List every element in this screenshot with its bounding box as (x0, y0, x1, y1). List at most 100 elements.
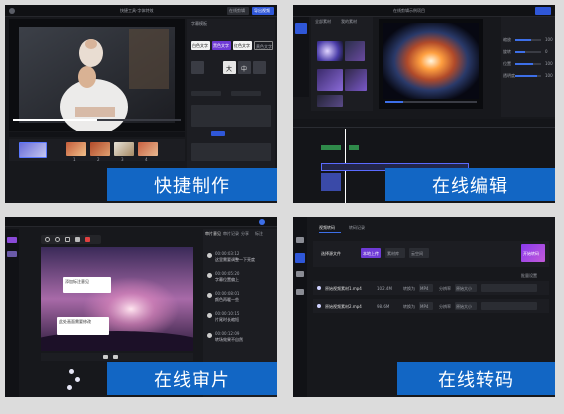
size-medium-button[interactable]: 中 (238, 61, 251, 74)
review-frame[interactable]: 添加标注意见 此处画面需要修改 (27, 247, 207, 359)
review-icon[interactable] (7, 237, 17, 243)
tab-transcode[interactable]: 视频转码 (319, 225, 335, 231)
next-icon[interactable] (113, 355, 118, 359)
output-field[interactable] (481, 302, 537, 310)
media-thumbnail[interactable] (317, 95, 343, 107)
video-icon[interactable] (295, 23, 307, 34)
library-button[interactable]: 素材库 (385, 248, 405, 258)
tab-underline (319, 232, 341, 233)
clip-thumbnail[interactable] (19, 142, 47, 158)
preview-progress[interactable] (385, 101, 477, 103)
annotation-toolbar (41, 235, 101, 244)
tab-comments[interactable]: 审片意见 (205, 231, 221, 237)
video-preview[interactable] (379, 19, 483, 109)
add-button[interactable] (253, 61, 266, 74)
online-edit-panel: 在线剪辑示例项目 全部素材 我的素材 缩放 100 旋转 0 位置 100 透明… (293, 5, 555, 203)
size-large-button[interactable]: 大 (223, 61, 236, 74)
opacity-slider[interactable] (515, 75, 541, 77)
settings-icon[interactable] (296, 289, 304, 295)
video-track-clip[interactable] (321, 183, 341, 191)
media-tab[interactable]: 全部素材 (315, 19, 331, 25)
position-slider[interactable] (515, 63, 541, 65)
avatar (207, 333, 212, 338)
style-black-button[interactable]: 黑色文字 (212, 41, 231, 50)
scale-slider[interactable] (515, 39, 541, 41)
upload-local-button[interactable]: 本地上传 (361, 248, 381, 258)
pen-icon[interactable] (75, 237, 80, 242)
video-preview[interactable] (9, 19, 185, 135)
tab-share[interactable]: 分享 (241, 231, 249, 237)
text-area[interactable] (191, 105, 271, 127)
media-thumbnail[interactable] (317, 69, 343, 91)
format-select[interactable]: MP4 (419, 284, 433, 292)
prop-label: 位置 (503, 61, 511, 66)
quality-select[interactable]: 原始大小 (455, 284, 477, 292)
folder-icon[interactable] (7, 251, 17, 257)
media-tab[interactable]: 我的素材 (341, 19, 357, 25)
clip-thumbnail[interactable] (66, 142, 86, 156)
clip-thumbnail[interactable] (114, 142, 134, 156)
file-row[interactable]: 原始视频素材2.mp4 98.6M 转换为 MP4 分辨率 原始大小 (313, 299, 549, 313)
format-select[interactable]: MP4 (419, 302, 433, 310)
folder-icon[interactable] (296, 271, 304, 277)
rotate-slider[interactable] (515, 51, 541, 53)
preview-frame (383, 23, 479, 99)
apply-button[interactable] (211, 131, 225, 136)
clip-thumbnail[interactable] (90, 142, 110, 156)
image-icon[interactable] (295, 43, 307, 51)
style-red-button[interactable]: 红色文字 (233, 41, 252, 50)
tab-history[interactable]: 转码记录 (349, 225, 365, 231)
file-size: 102.4M (377, 286, 392, 291)
rect-icon[interactable] (65, 237, 70, 242)
online-edit-button[interactable]: 在线剪辑 (227, 7, 249, 15)
media-thumbnail[interactable] (345, 69, 367, 91)
clip-index: 1 (73, 157, 76, 162)
comment-text: 片尾时长缩短 (215, 317, 239, 322)
annotation-popup[interactable]: 此处画面需要修改 (57, 317, 109, 335)
marker-dot[interactable] (69, 369, 74, 374)
preview-progress[interactable] (13, 119, 181, 121)
marker-dot[interactable] (67, 385, 72, 390)
grid-icon[interactable] (191, 61, 204, 74)
play-icon[interactable] (103, 355, 108, 359)
batch-settings-link[interactable]: 批量设置 (521, 273, 537, 279)
cloud-button[interactable]: 云空间 (409, 248, 429, 258)
clip-thumbnail[interactable] (138, 142, 158, 156)
audio-clip[interactable] (349, 145, 359, 150)
export-button[interactable]: 导出视频 (252, 7, 274, 15)
avatar[interactable] (259, 219, 265, 225)
section-title: 选择源文件 (321, 251, 341, 256)
transcode-icon[interactable] (295, 253, 305, 263)
style-white-button[interactable]: 白色文字 (191, 41, 210, 50)
export-button[interactable] (535, 7, 551, 15)
marker-dot[interactable] (75, 377, 80, 382)
annotation-popup[interactable]: 添加标注意见 (63, 277, 111, 293)
style-yellow-button[interactable]: 黄色文字 (254, 41, 273, 50)
media-thumbnail[interactable] (345, 41, 365, 61)
start-transcode-button[interactable]: 开始转码 (521, 244, 545, 262)
tab-mark[interactable]: 标注 (255, 231, 263, 237)
comment-time: 00:00:10:15 (215, 311, 240, 316)
tab-history[interactable]: 审片记录 (223, 231, 239, 237)
properties-panel: 字幕模板 白色文字 黑色文字 红色文字 黄色文字 大 中 (187, 19, 275, 169)
quality-select[interactable]: 原始大小 (455, 302, 477, 310)
panel-tab: 字幕模板 (191, 21, 207, 26)
audio-clip[interactable] (321, 145, 341, 150)
delete-icon[interactable] (85, 237, 90, 242)
media-thumbnail[interactable] (317, 41, 343, 61)
online-transcode-panel: 视频转码 转码记录 选择源文件 本地上传 素材库 云空间 开始转码 批量设置 原… (293, 217, 555, 397)
video-track-clip[interactable] (321, 173, 341, 183)
option-field[interactable] (191, 91, 221, 96)
pointer-icon[interactable] (45, 237, 50, 242)
audio-icon[interactable] (295, 59, 307, 67)
home-icon[interactable] (296, 237, 304, 243)
prop-label: 缩放 (503, 37, 511, 42)
text-area[interactable] (191, 143, 271, 161)
text-icon[interactable] (295, 75, 307, 83)
output-field[interactable] (481, 284, 537, 292)
file-row[interactable]: 原始视频素材1.mp4 102.4M 转换为 MP4 分辨率 原始大小 (313, 281, 549, 295)
preview-frame (19, 27, 175, 135)
option-field[interactable] (231, 91, 261, 96)
window-title: 在线剪辑示例项目 (393, 8, 425, 13)
circle-icon[interactable] (55, 237, 60, 242)
